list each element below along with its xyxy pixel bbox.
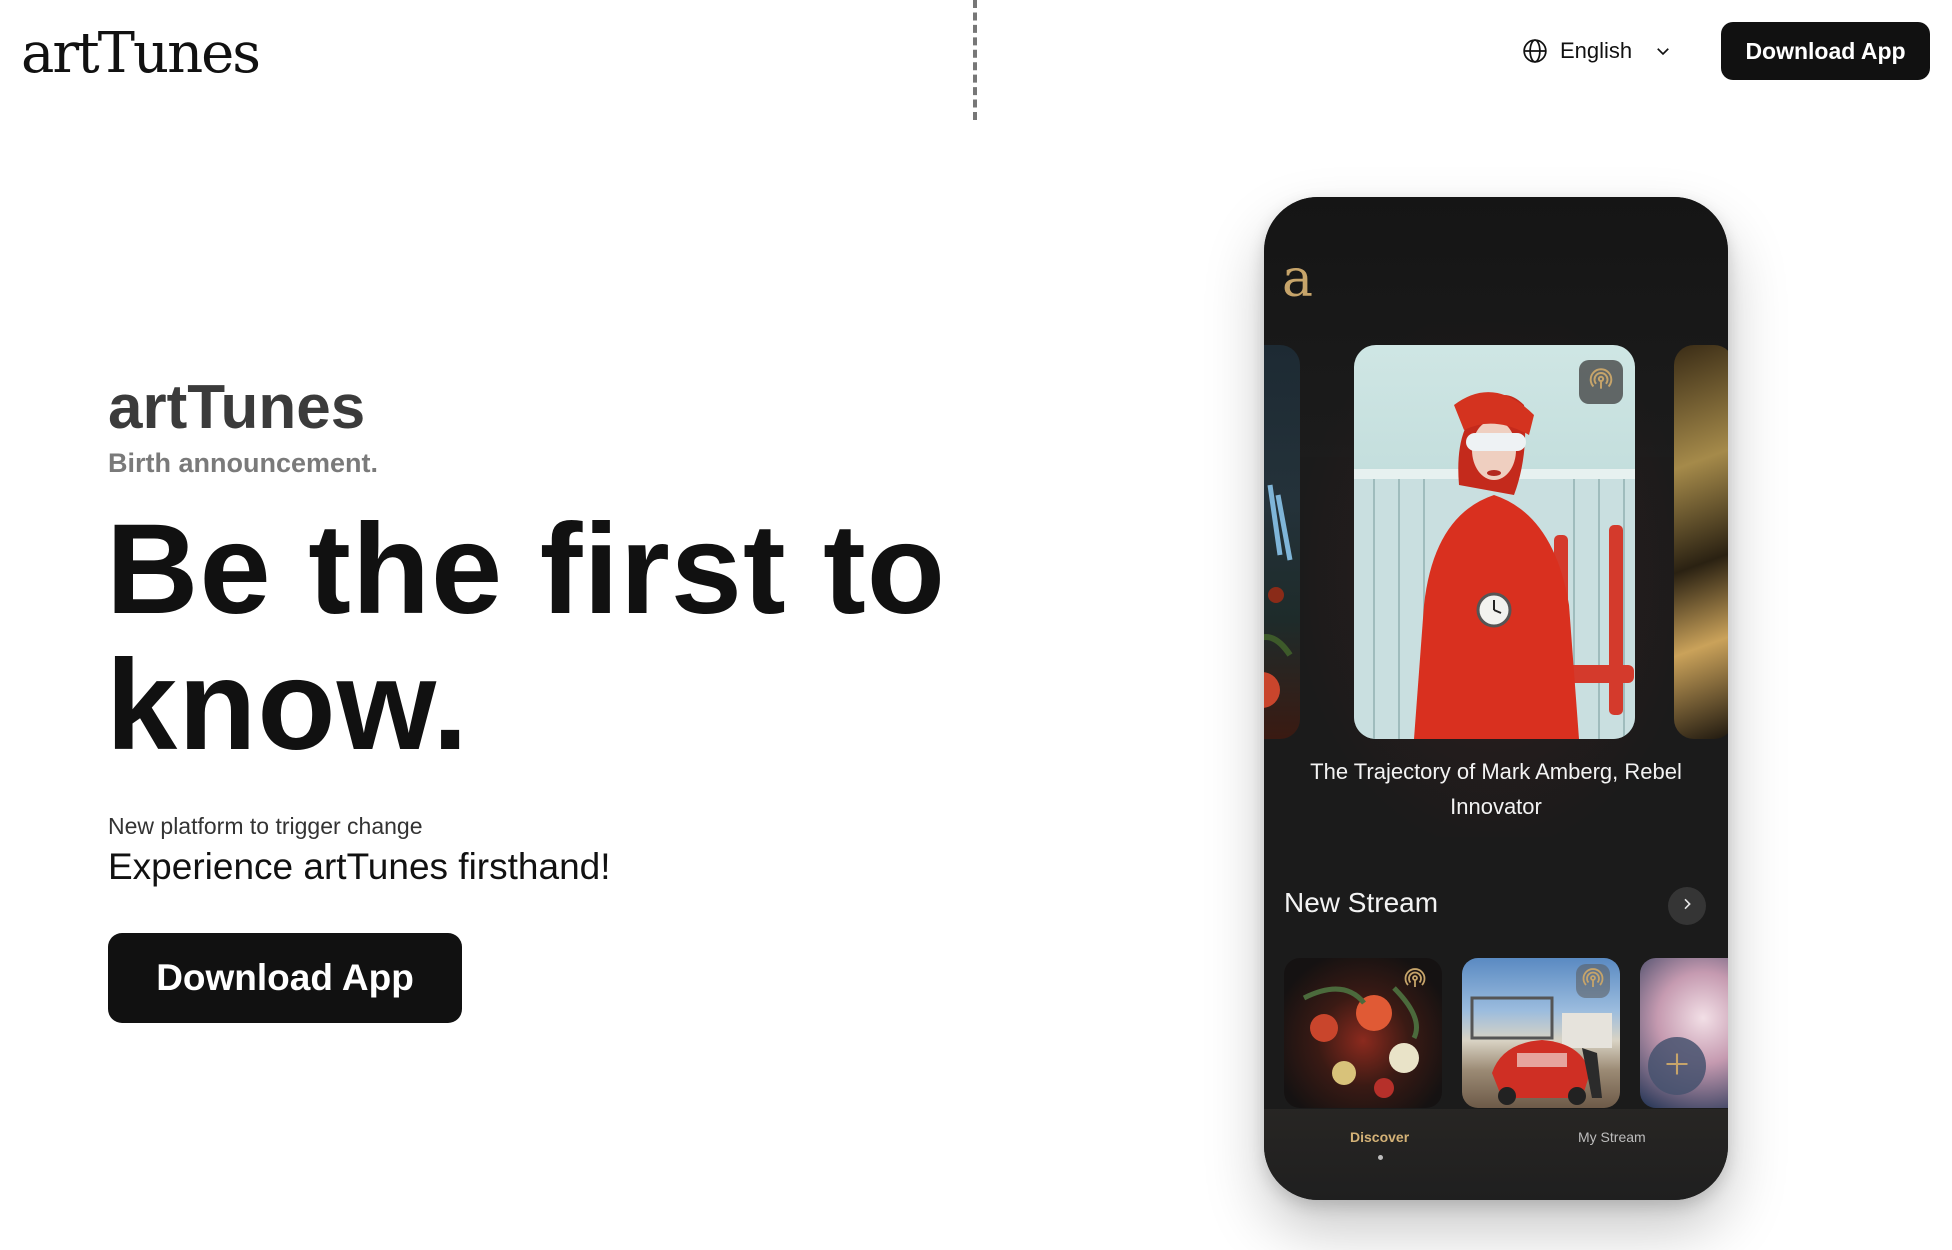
- hero-tagline-small: New platform to trigger change: [108, 813, 423, 839]
- tab-discover[interactable]: Discover: [1350, 1129, 1409, 1145]
- podcast-icon: [1588, 367, 1614, 398]
- bottom-tab-bar: Discover My Stream: [1264, 1109, 1728, 1200]
- section-more-button[interactable]: [1668, 887, 1706, 925]
- carousel-card-prev[interactable]: [1264, 345, 1300, 739]
- section-title: New Stream: [1284, 887, 1439, 918]
- featured-artwork-card[interactable]: [1354, 345, 1635, 739]
- language-selector[interactable]: English: [1522, 34, 1672, 68]
- featured-artwork-image: [1354, 392, 1635, 739]
- chevron-down-icon: [1654, 42, 1672, 60]
- phone-mockup: a The Trajectory of Mark Amberg, Rebel I…: [1264, 197, 1728, 1200]
- carousel-card-next[interactable]: [1674, 345, 1728, 739]
- language-label: English: [1560, 38, 1633, 63]
- featured-artwork-title: The Trajectory of Mark Amberg, Rebel Inn…: [1310, 759, 1682, 819]
- active-tab-indicator: [1378, 1155, 1383, 1160]
- hero-headline: Be the first to know.: [106, 498, 946, 777]
- landing-page: artTunes English Download App artTunes B…: [0, 0, 1952, 1250]
- brand-subheading: Birth announcement.: [108, 448, 379, 478]
- stream-badge: [1579, 360, 1623, 404]
- stream-thumbnail[interactable]: [1284, 958, 1442, 1108]
- add-button[interactable]: [1648, 1037, 1706, 1095]
- chevron-right-icon: [1679, 896, 1695, 917]
- site-logo[interactable]: artTunes: [21, 22, 261, 86]
- hero-tagline-large: Experience artTunes firsthand!: [108, 846, 611, 887]
- stream-thumbnail[interactable]: [1462, 958, 1620, 1108]
- podcast-icon: [1403, 967, 1427, 996]
- app-logo: a: [1282, 249, 1314, 309]
- stream-badge: [1576, 964, 1610, 998]
- podcast-icon: [1581, 967, 1605, 996]
- hero-download-button[interactable]: Download App: [108, 933, 462, 1023]
- globe-icon: [1522, 38, 1548, 64]
- stream-badge: [1398, 964, 1432, 998]
- brand-heading: artTunes: [108, 373, 366, 442]
- plus-icon: [1663, 1050, 1691, 1083]
- tab-my-stream[interactable]: My Stream: [1578, 1129, 1646, 1145]
- header-download-button[interactable]: Download App: [1721, 22, 1930, 80]
- dashed-divider: [973, 0, 977, 120]
